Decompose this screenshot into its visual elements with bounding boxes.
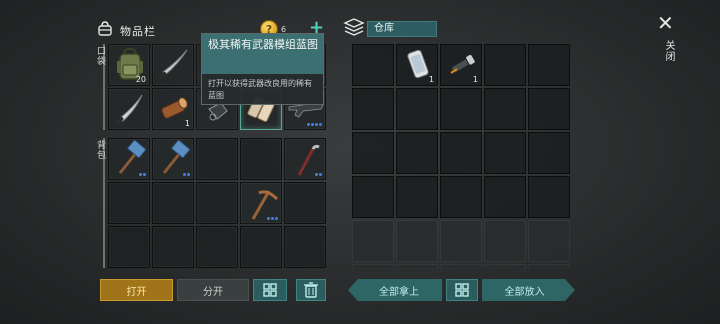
backpack-label: 背包	[95, 140, 105, 160]
warehouse-slot[interactable]	[352, 176, 394, 218]
warehouse-slot[interactable]	[352, 44, 394, 86]
backpack-slot[interactable]	[108, 226, 150, 268]
machete-icon	[115, 94, 143, 125]
item-quantity: 1	[472, 75, 478, 84]
warehouse-slot[interactable]	[440, 220, 482, 262]
item-quantity: 1	[184, 119, 190, 128]
pocket-slot[interactable]	[152, 44, 194, 86]
pocket-slot[interactable]: 1	[152, 88, 194, 130]
backpack-slot[interactable]	[152, 182, 194, 224]
warehouse-slot[interactable]	[352, 220, 394, 262]
close-label[interactable]: 关闭	[661, 40, 676, 62]
warehouse-slot[interactable]	[484, 220, 526, 262]
warehouse-slot[interactable]	[528, 176, 570, 218]
backpack-slot[interactable]	[108, 138, 150, 180]
item-tooltip: 极其稀有武器模组蓝图 打开以获得武器改良用的稀有蓝图	[201, 33, 324, 105]
sort-grid-button[interactable]	[253, 279, 287, 301]
warehouse-slot[interactable]	[352, 88, 394, 130]
backpack-slot[interactable]	[284, 182, 326, 224]
rarity-dots	[183, 173, 190, 176]
split-button[interactable]: 分开	[177, 279, 249, 301]
warehouse-slot[interactable]	[352, 132, 394, 174]
machete-icon	[158, 49, 188, 80]
warehouse-slot[interactable]	[528, 220, 570, 262]
warehouse-slot[interactable]	[528, 132, 570, 174]
backpack-slot[interactable]	[196, 138, 238, 180]
pocket-label: 口袋	[95, 46, 105, 66]
put-all-label: 全部放入	[504, 286, 545, 298]
backpack-slot[interactable]	[196, 182, 238, 224]
take-all-button[interactable]: 全部拿上	[348, 279, 442, 301]
warehouse-slot[interactable]	[528, 264, 570, 268]
bag-icon	[98, 21, 112, 36]
inventory-title: 物品栏	[120, 25, 156, 38]
warehouse-slot[interactable]	[440, 264, 482, 268]
backpack-slot[interactable]	[152, 226, 194, 268]
backpack-slot[interactable]	[240, 226, 282, 268]
grid-icon	[263, 283, 277, 297]
backpack-slot[interactable]	[196, 226, 238, 268]
rarity-dots	[139, 173, 146, 176]
open-button[interactable]: 打开	[100, 279, 173, 301]
warehouse-slot[interactable]	[396, 176, 438, 218]
warehouse-slot[interactable]	[484, 132, 526, 174]
grid-icon	[455, 283, 469, 297]
backpack-slot[interactable]	[284, 138, 326, 180]
item-quantity: 20	[135, 75, 146, 84]
item-quantity: 1	[428, 75, 434, 84]
warehouse-slot[interactable]	[440, 88, 482, 130]
backpack-slot[interactable]	[240, 138, 282, 180]
warehouse-slot[interactable]	[528, 44, 570, 86]
rarity-dots	[315, 173, 322, 176]
warehouse-title: 仓库	[367, 21, 437, 37]
warehouse-slot[interactable]	[484, 44, 526, 86]
trash-button[interactable]	[296, 279, 326, 301]
trash-icon	[304, 282, 318, 298]
warehouse-sort-button[interactable]	[446, 279, 478, 301]
stack-icon	[343, 18, 365, 36]
backpack-slot[interactable]	[240, 182, 282, 224]
warehouse-slot[interactable]	[396, 264, 438, 268]
warehouse-slot[interactable]	[484, 88, 526, 130]
pocket-slot[interactable]: 20	[108, 44, 150, 86]
warehouse-grid: 1 1	[352, 44, 574, 268]
warehouse-slot[interactable]	[396, 220, 438, 262]
warehouse-slot[interactable]	[396, 132, 438, 174]
warehouse-slot[interactable]	[440, 132, 482, 174]
warehouse-slot[interactable]	[484, 264, 526, 268]
backpack-slot[interactable]	[152, 138, 194, 180]
pocket-slot[interactable]	[108, 88, 150, 130]
backpack-slot[interactable]	[284, 226, 326, 268]
warehouse-slot[interactable]	[440, 176, 482, 218]
put-all-button[interactable]: 全部放入	[482, 279, 575, 301]
warehouse-slot[interactable]	[396, 88, 438, 130]
warehouse-slot[interactable]: 1	[396, 44, 438, 86]
tooltip-title: 极其稀有武器模组蓝图	[202, 34, 323, 74]
rarity-dots	[307, 123, 322, 126]
backpack-slot[interactable]	[108, 182, 150, 224]
rarity-dots	[267, 217, 278, 220]
close-icon[interactable]: ✕	[657, 13, 674, 33]
warehouse-slot[interactable]	[352, 264, 394, 268]
warehouse-slot[interactable]	[484, 176, 526, 218]
take-all-label: 全部拿上	[379, 286, 419, 298]
warehouse-slot[interactable]	[528, 88, 570, 130]
warehouse-slot[interactable]: 1	[440, 44, 482, 86]
tooltip-description: 打开以获得武器改良用的稀有蓝图	[208, 79, 312, 100]
